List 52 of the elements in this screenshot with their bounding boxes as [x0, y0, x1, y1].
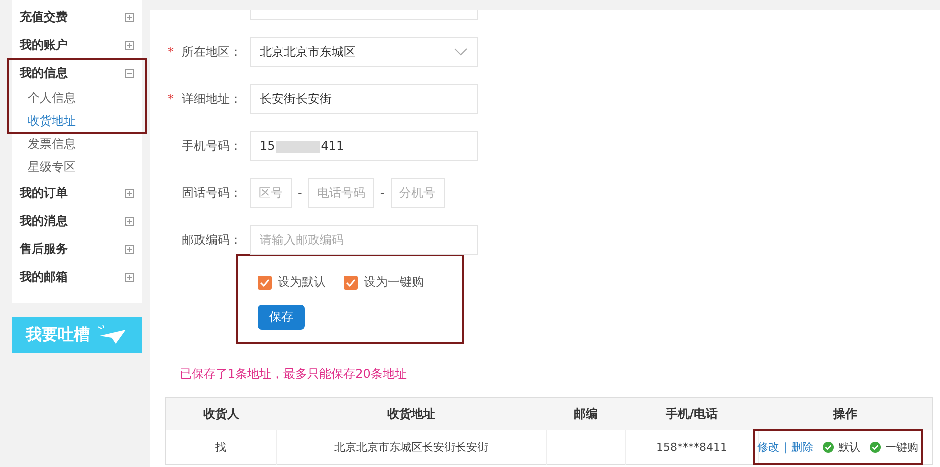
checkbox[interactable]: [344, 276, 358, 290]
sidebar-item[interactable]: 售后服务: [12, 235, 142, 263]
action-link[interactable]: 修改: [758, 440, 780, 454]
table-cell: 158****8411: [626, 430, 758, 464]
input-field[interactable]: 15 411: [250, 131, 478, 161]
dash-separator: -: [380, 186, 385, 200]
field-label: 所在地区：: [182, 44, 242, 58]
required-mark: *: [168, 44, 174, 58]
sidebar-item[interactable]: 我的邮箱: [12, 263, 142, 291]
column-header: 手机/电话: [626, 398, 758, 430]
chevron-down-icon: [454, 48, 468, 56]
link-separator: |: [784, 440, 788, 454]
sidebar-item[interactable]: 我的信息: [12, 59, 142, 87]
expand-icon[interactable]: [125, 272, 134, 282]
checkbox-option[interactable]: 设为一键购: [344, 274, 424, 291]
action-link[interactable]: 删除: [791, 440, 814, 454]
sidebar-item[interactable]: 我的订单: [12, 179, 142, 207]
input-field[interactable]: 长安街长安街: [250, 84, 478, 114]
sidebar-subitem[interactable]: 收货地址: [12, 110, 142, 133]
sidebar-subitem[interactable]: 发票信息: [12, 133, 142, 156]
dash-separator: -: [298, 186, 302, 200]
save-button[interactable]: 保存: [258, 305, 305, 330]
expand-icon[interactable]: [125, 188, 134, 198]
field-label: 邮政编码：: [182, 232, 242, 246]
notice-text: 已保存了1条地址，最多只能保存20条地址: [180, 366, 408, 383]
column-header: 操作: [758, 398, 932, 430]
field-label: 手机号码：: [182, 138, 242, 152]
checkbox[interactable]: [258, 276, 272, 290]
region-select[interactable]: 北京北京市东城区: [250, 37, 478, 67]
sidebar-item[interactable]: 我的消息: [12, 207, 142, 235]
flag-label: 默认: [838, 440, 860, 454]
checkbox-option[interactable]: 设为默认: [258, 274, 326, 291]
column-header: 收货人: [166, 398, 276, 430]
flag-label: 一键购: [885, 440, 918, 454]
sidebar-subitem[interactable]: 个人信息: [12, 87, 142, 110]
input-field[interactable]: [250, 10, 478, 20]
collapse-icon[interactable]: [125, 68, 134, 78]
table-cell: 找: [166, 430, 276, 464]
sidebar-item[interactable]: 我的账户: [12, 31, 142, 59]
column-header: 收货地址: [276, 398, 546, 430]
column-header: 邮编: [546, 398, 626, 430]
sidebar-subitem[interactable]: 星级专区: [12, 156, 142, 179]
table-cell: 北京北京市东城区长安街长安街: [276, 430, 546, 464]
expand-icon[interactable]: [125, 216, 134, 226]
expand-icon[interactable]: [125, 244, 134, 254]
paper-plane-icon: [98, 324, 128, 346]
field-label: 固话号码：: [182, 186, 242, 200]
expand-icon[interactable]: [125, 12, 134, 22]
field-label: 详细地址：: [182, 92, 242, 106]
required-mark: *: [168, 92, 174, 106]
sidebar-item[interactable]: 充值交费: [12, 3, 142, 31]
expand-icon[interactable]: [125, 40, 134, 50]
